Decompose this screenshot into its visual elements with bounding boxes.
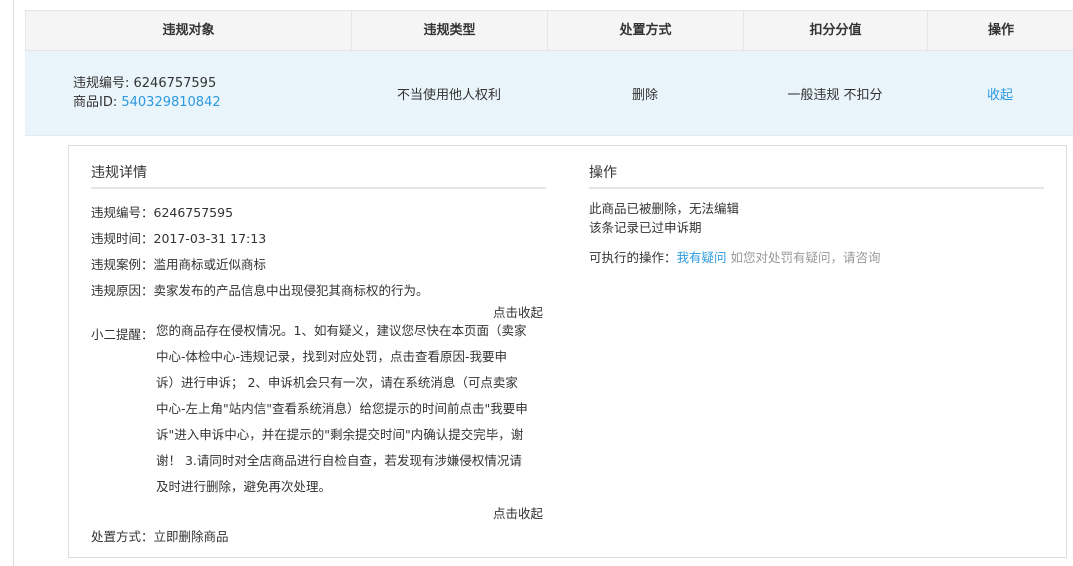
violation-detail-panel: 违规详情 违规编号：6246757595 违规时间：2017-03-31 17:…	[68, 145, 1067, 558]
collapse-row-link[interactable]: 收起	[987, 84, 1013, 103]
disposal-method: 处置方式：立即删除商品	[91, 529, 229, 544]
appeal-hint: 如您对处罚有疑问，请咨询	[730, 250, 881, 265]
header-handling: 处置方式	[548, 11, 744, 50]
item-id: 商品ID: 540329810842	[73, 95, 221, 110]
header-violation-type: 违规类型	[352, 11, 548, 50]
operation-status-expired: 该条记录已过申诉期	[589, 220, 702, 235]
table-row: 违规编号: 6246757595 商品ID: 540329810842 不当使用…	[25, 51, 1073, 136]
violation-object-cell: 违规编号: 6246757595 商品ID: 540329810842	[73, 51, 351, 135]
detail-violation-number: 违规编号：6246757595	[91, 205, 234, 220]
available-actions: 可执行的操作：我有疑问 如您对处罚有疑问，请咨询	[589, 250, 881, 265]
operation-status-deleted: 此商品已被删除，无法编辑	[589, 201, 740, 216]
score-value: 一般违规 不扣分	[787, 87, 883, 103]
header-violation-object: 违规对象	[26, 11, 352, 50]
header-action: 操作	[987, 23, 1014, 38]
operation-title: 操作	[589, 162, 1044, 189]
item-id-link[interactable]: 540329810842	[121, 95, 220, 110]
collapse-link-2[interactable]: 点击收起	[493, 503, 543, 522]
detail-violation-reason: 违规原因：卖家发布的产品信息中出现侵犯其商标权的行为。	[91, 283, 429, 298]
table-header: 违规对象 违规类型 处置方式 扣分分值 操作	[25, 10, 1073, 51]
header-score: 扣分分值	[744, 11, 928, 50]
violation-number: 违规编号: 6246757595	[73, 76, 217, 91]
appeal-link[interactable]: 我有疑问	[677, 250, 727, 265]
handling-method: 删除	[631, 87, 658, 103]
page-left-border	[13, 0, 14, 566]
detail-title: 违规详情	[91, 162, 546, 189]
violation-type: 不当使用他人权利	[396, 87, 501, 103]
detail-violation-case: 违规案例：滥用商标或近似商标	[91, 257, 267, 272]
tip-text: 您的商品存在侵权情况。1、如有疑义，建议您尽快在本页面（卖家 中心-体检中心-违…	[156, 323, 528, 494]
detail-violation-time: 违规时间：2017-03-31 17:13	[91, 231, 267, 246]
tip-label: 小二提醒：	[91, 327, 154, 342]
